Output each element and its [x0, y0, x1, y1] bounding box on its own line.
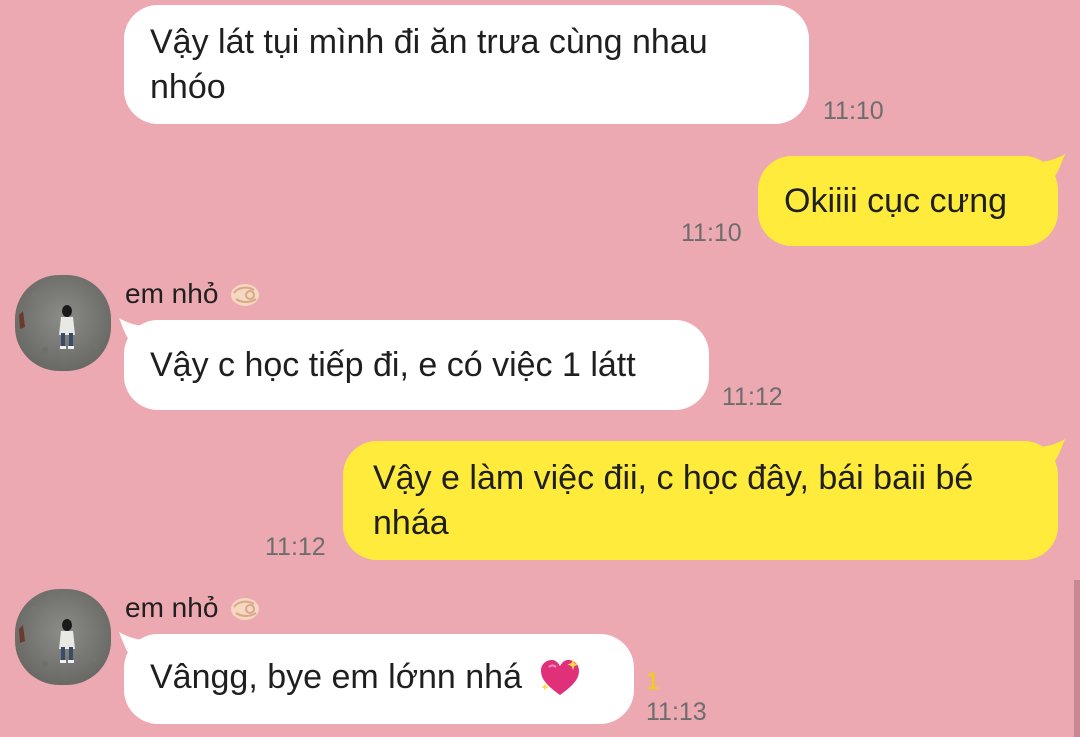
message-time: 11:10: [823, 97, 884, 125]
message-text: Okiiii cục cưng: [784, 181, 1008, 220]
incoming-message-bubble[interactable]: Vậy c học tiếp đi, e có việc 1 látt: [124, 320, 709, 410]
pinching-hand-icon: [231, 284, 260, 306]
message-text: Vậy lát tụi mình đi ăn trưa cùng nhau nh…: [150, 22, 708, 106]
sender-name: em nhỏ: [125, 591, 262, 625]
unread-count: 1: [646, 668, 660, 695]
outgoing-message-bubble[interactable]: Okiiii cục cưng: [758, 156, 1058, 246]
outgoing-bubble-tail: [1037, 439, 1065, 461]
message-text: Vậy c học tiếp đi, e có việc 1 látt: [150, 345, 636, 384]
avatar-photo: [15, 589, 111, 685]
sender-name-text: em nhỏ: [125, 592, 219, 623]
avatar[interactable]: [15, 275, 111, 371]
message-time: 11:10: [681, 219, 742, 247]
message-text-content: Vângg, bye em lớnn nhá: [150, 658, 522, 697]
message-text: Vângg, bye em lớnn nhá: [150, 655, 583, 702]
message-text: Vậy e làm việc đii, c học đây, bái baii …: [373, 458, 974, 542]
avatar[interactable]: [15, 589, 111, 685]
sender-name-text: em nhỏ: [125, 278, 219, 309]
chat-conversation[interactable]: Vậy lát tụi mình đi ăn trưa cùng nhau nh…: [0, 0, 1080, 737]
avatar-photo: [15, 275, 111, 371]
message-time: 11:12: [722, 383, 783, 411]
outgoing-bubble-tail: [1037, 154, 1065, 176]
message-time: 11:12: [265, 533, 326, 561]
scrollbar[interactable]: [1074, 580, 1080, 737]
message-time: 11:13: [646, 698, 707, 726]
outgoing-message-bubble[interactable]: Vậy e làm việc đii, c học đây, bái baii …: [343, 441, 1058, 560]
sender-name: em nhỏ: [125, 277, 262, 311]
incoming-message-bubble[interactable]: Vậy lát tụi mình đi ăn trưa cùng nhau nh…: [124, 5, 809, 124]
incoming-message-bubble[interactable]: Vângg, bye em lớnn nhá: [124, 634, 634, 724]
sparkling-heart-icon: [541, 658, 580, 695]
pinching-hand-icon: [231, 598, 260, 620]
